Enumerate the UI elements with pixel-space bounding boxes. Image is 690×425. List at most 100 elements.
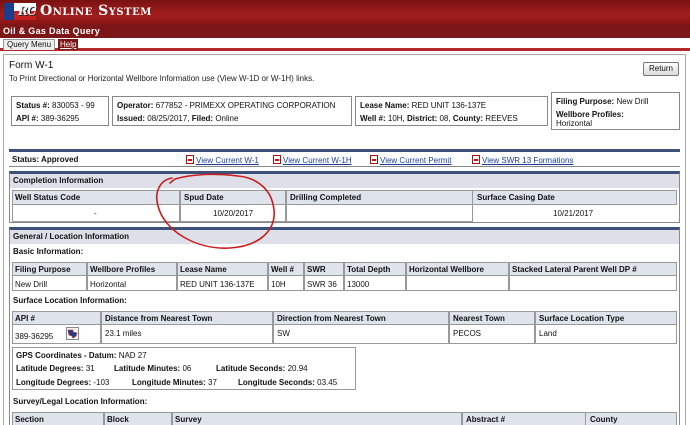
gps-coordinates-box: GPS Coordinates - Datum: NAD 27 Latitude… xyxy=(12,347,356,390)
lon-sec-label: Longitude Seconds: xyxy=(238,378,315,387)
col-surface-location-type: Surface Location Type xyxy=(539,314,625,323)
help-link[interactable]: Help xyxy=(58,39,79,50)
lon-min-value: 37 xyxy=(208,378,217,387)
operator-box: Operator: 677852 - PRIMEXX OPERATING COR… xyxy=(112,96,352,126)
district-label: District: xyxy=(407,114,438,123)
status-api-box: Status #: 830053 - 99 API #: 389-36295 xyxy=(11,96,109,126)
nearest-town-cell: PECOS xyxy=(453,329,482,338)
county-label: County: xyxy=(452,114,484,123)
filing-purpose-box: Filing Purpose: New Drill Wellbore Profi… xyxy=(551,92,680,130)
texas-map-icon[interactable] xyxy=(66,327,79,340)
direction-cell: SW xyxy=(277,329,290,338)
col-direction: Direction from Nearest Town xyxy=(277,314,386,323)
status-bar: Status: Approved View Current W-1 View C… xyxy=(9,149,680,167)
survey-heading: Survey/Legal Location Information: xyxy=(13,397,148,406)
view-swr13-link[interactable]: View SWR 13 Formations xyxy=(472,155,573,165)
filing-purpose-value: New Drill xyxy=(616,97,649,106)
status-label: Status #: xyxy=(16,101,50,110)
col-abstract: Abstract # xyxy=(466,415,506,424)
well-label: Well #: xyxy=(360,114,386,123)
lat-min-label: Latitude Minutes: xyxy=(114,364,181,373)
col-surface-casing-date: Surface Casing Date xyxy=(477,193,555,202)
survey-col-divider xyxy=(172,412,462,425)
lon-min-label: Longitude Minutes: xyxy=(132,378,206,387)
filed-label: Filed: xyxy=(191,114,214,123)
swr-cell: SWR 36 xyxy=(307,280,337,289)
rrc-logo[interactable]: RC xyxy=(4,3,37,20)
completion-section: Completion Information Well Status Code … xyxy=(9,171,680,223)
page-title: Form W-1 xyxy=(9,60,54,71)
view-current-permit-link[interactable]: View Current Permit xyxy=(370,155,451,165)
issued-value: 08/25/2017, xyxy=(147,114,190,123)
logo-text: RC xyxy=(18,4,37,18)
col-wellbore-profiles: Wellbore Profiles xyxy=(90,265,156,274)
pdf-icon xyxy=(186,155,194,164)
lease-box: Lease Name: RED UNIT 136-137E Well #: 10… xyxy=(355,96,548,126)
wellbore-profiles-value: Horizontal xyxy=(556,119,593,128)
wellbore-profiles-label: Wellbore Profiles: xyxy=(556,110,624,119)
surface-location-heading: Surface Location Information: xyxy=(13,296,127,305)
lease-value: RED UNIT 136-137E xyxy=(411,101,487,110)
api-label: API #: xyxy=(16,114,39,123)
lon-deg-label: Longitude Degrees: xyxy=(16,378,92,387)
col-section: Section xyxy=(15,415,44,424)
col-well-status-code: Well Status Code xyxy=(15,193,81,202)
completion-heading: Completion Information xyxy=(10,174,679,188)
pdf-icon xyxy=(472,155,480,164)
wellbore-profiles-cell: Horizontal xyxy=(90,280,127,289)
pdf-icon xyxy=(370,155,378,164)
lon-sec-value: 03.45 xyxy=(317,378,338,387)
surface-location-type-cell: Land xyxy=(539,329,557,338)
col-block: Block xyxy=(107,415,129,424)
col-survey: Survey xyxy=(175,415,202,424)
gps-datum: NAD 27 xyxy=(118,351,147,360)
flag-blue-field xyxy=(4,3,14,20)
api-value: 389-36295 xyxy=(40,114,80,123)
lease-label: Lease Name: xyxy=(360,101,410,110)
status-text: Status: Approved xyxy=(12,155,79,164)
page-subtitle: To Print Directional or Horizontal Wellb… xyxy=(9,74,315,83)
col-distance: Distance from Nearest Town xyxy=(105,314,213,323)
filing-purpose-cell: New Drill xyxy=(15,280,47,289)
col-drilling-completed: Drilling Completed xyxy=(290,193,362,202)
lat-deg-label: Latitude Degrees: xyxy=(16,364,84,373)
view-current-w1h-link[interactable]: View Current W-1H xyxy=(273,155,352,165)
site-title: Online System xyxy=(40,3,152,19)
general-heading: General / Location Information xyxy=(10,230,679,244)
return-button[interactable]: Return xyxy=(643,62,679,76)
pdf-icon xyxy=(273,155,281,164)
district-value: 08, xyxy=(439,114,451,123)
total-depth-cell: 13000 xyxy=(347,280,370,289)
col-horizontal-wellbore: Horizontal Wellbore xyxy=(409,265,484,274)
query-menu-tab[interactable]: Query Menu xyxy=(3,39,56,50)
operator-value: 677852 - PRIMEXX OPERATING CORPORATION xyxy=(155,101,336,110)
map-icon-graphic xyxy=(67,329,78,339)
county-value: REEVES xyxy=(485,114,518,123)
col-nearest-town: Nearest Town xyxy=(453,314,505,323)
distance-cell: 23.1 miles xyxy=(105,329,142,338)
col-well-number: Well # xyxy=(271,265,294,274)
col-county: County xyxy=(590,415,618,424)
filing-purpose-label: Filing Purpose: xyxy=(556,97,615,106)
well-number-cell: 10H xyxy=(271,280,286,289)
api-cell: 389-36295 xyxy=(15,332,54,341)
col-swr: SWR xyxy=(307,265,326,274)
basic-info-heading: Basic Information: xyxy=(13,247,84,256)
menu-bar: Query Menu Help xyxy=(0,38,690,51)
surface-casing-date-value: 10/21/2017 xyxy=(553,209,594,218)
gps-label: GPS Coordinates - Datum: xyxy=(16,351,117,360)
lat-deg-value: 31 xyxy=(85,364,95,373)
lon-deg-value: -103 xyxy=(93,378,110,387)
status-value: 830053 - 99 xyxy=(52,101,95,110)
well-status-code-value: - xyxy=(94,209,97,218)
col-stacked-lateral: Stacked Lateral Parent Well DP # xyxy=(512,265,637,274)
red-annotation-circle xyxy=(156,173,275,249)
view-current-w1-link[interactable]: View Current W-1 xyxy=(186,155,259,165)
col-api: API # xyxy=(15,314,36,323)
app-title: Oil & Gas Data Query xyxy=(0,24,690,38)
lease-name-cell: RED UNIT 136-137E xyxy=(180,280,255,289)
col-filing-purpose: Filing Purpose xyxy=(15,265,71,274)
general-location-section: General / Location Information Basic Inf… xyxy=(9,227,680,425)
well-value: 10H, xyxy=(387,114,405,123)
site-banner: RC Online System xyxy=(0,0,690,24)
